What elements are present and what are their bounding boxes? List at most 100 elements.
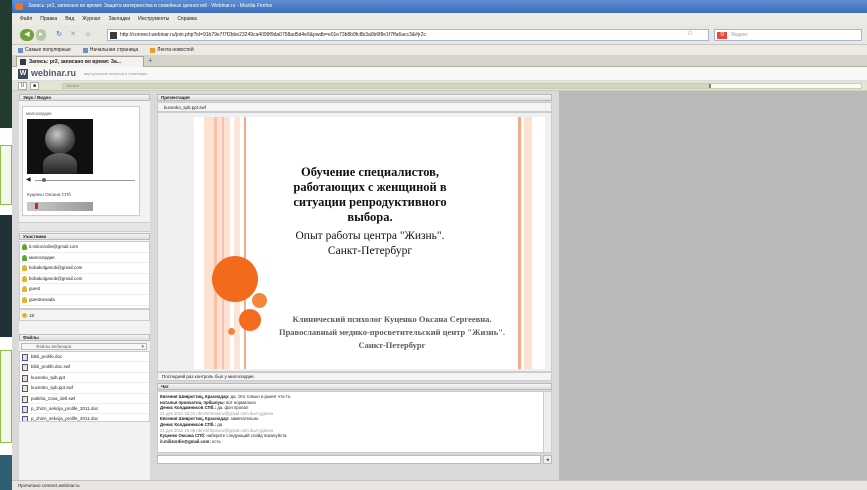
slide-title-line: работающих с женщиной в: [293, 180, 447, 194]
panel-divider: [19, 222, 150, 232]
bookmark-most-visited[interactable]: Самые популярные: [18, 45, 71, 55]
speaker-icon[interactable]: ◀: [26, 177, 31, 183]
participant-count: 19: [19, 309, 150, 321]
participant-row[interactable]: guest: [20, 284, 149, 295]
search-input[interactable]: Я Яндекс: [714, 29, 862, 41]
user-listener-icon: [22, 286, 27, 293]
slide-decor-circle: [212, 256, 258, 302]
desktop-left-edge: [0, 0, 12, 490]
new-tab-icon[interactable]: +: [148, 56, 153, 65]
participant-count-value: 19: [29, 313, 35, 318]
tab-label: Запись: pr2, записано во время: За...: [29, 59, 121, 65]
reload-icon[interactable]: ↻: [54, 29, 64, 41]
desktop-edge-strip: [0, 0, 12, 128]
url-bar[interactable]: http://connect.webinar.ru/join.php?id=91…: [107, 29, 709, 41]
menu-item-edit[interactable]: Правка: [40, 13, 57, 25]
chat-message-text: наберите следующий слайд покалуйста: [205, 433, 287, 439]
pause-button[interactable]: II: [18, 82, 27, 90]
chat-input[interactable]: [157, 455, 541, 464]
slide-decor-stripe: [222, 117, 224, 369]
tab-strip: Запись: pr2, записано во время: За... +: [12, 55, 867, 67]
back-button[interactable]: ◀: [20, 29, 34, 41]
slide-subtitle-line: Санкт-Петербург: [327, 245, 413, 257]
yandex-logo-icon: Я: [717, 32, 727, 39]
search-placeholder: Яндекс: [731, 32, 748, 38]
webinar-logo-icon: W: [18, 69, 28, 79]
speaker-video-thumb[interactable]: [27, 202, 93, 211]
chat-scrollbar[interactable]: [543, 392, 551, 452]
stop-button[interactable]: ■: [30, 82, 39, 90]
video-panel-header: Звук / Видео: [19, 94, 150, 101]
chat-message-text: замечательно: [229, 416, 259, 422]
slide-author-line: Клинический психолог Куценко Оксана Серг…: [292, 314, 492, 324]
presentation-panel-header: Презентация: [157, 94, 552, 101]
participant-row[interactable]: it.milozordie@gmail.com: [20, 242, 149, 253]
menu-item-help[interactable]: Справка: [177, 13, 197, 25]
slide-author-line: Православный медико-просветительский цен…: [278, 327, 506, 337]
playback-handle[interactable]: [709, 84, 712, 88]
file-row[interactable]: p_zhizn_sekcija_prolife_2011.doc: [20, 414, 149, 421]
menu-item-history[interactable]: Журнал: [82, 13, 100, 25]
browser-status-bar: Прочитано connect.webinar.ru: [12, 480, 867, 490]
webinar-header: W webinar.ru виртуальные встречи и семин…: [12, 67, 867, 81]
volume-control[interactable]: ◀: [26, 177, 136, 183]
stop-icon[interactable]: ✕: [68, 29, 78, 41]
window-titlebar: Запись: pr2, записано во время: Защита м…: [12, 0, 867, 13]
chat-message-text: вот нормально: [224, 399, 256, 405]
file-name: potikha_zova_detl.swf: [31, 395, 76, 401]
bookmark-star-icon[interactable]: ☆: [687, 29, 693, 37]
playback-label: Записи: [66, 83, 80, 88]
slide-decor-stripe: [204, 117, 230, 369]
recording-indicator: [35, 203, 38, 209]
center-column: Презентация kucenko_spb.ppt.swf Обучение…: [157, 94, 552, 480]
slide-subtitle-line: Опыт работы центра "Жизнь".: [295, 230, 445, 242]
desktop-edge-strip: [0, 350, 12, 443]
home-icon[interactable]: ⌂: [83, 29, 93, 41]
forward-button[interactable]: ▸: [36, 29, 46, 41]
url-text: http://connect.webinar.ru/join.php?id=91…: [120, 32, 427, 38]
menu-item-view[interactable]: Вид: [65, 13, 74, 25]
slide-subtitle: Опыт работы центра "Жизнь". Санкт-Петерб…: [256, 229, 484, 259]
menu-item-file[interactable]: Файл: [20, 13, 32, 25]
participant-row[interactable]: bobakolganob@gmail.com: [20, 274, 149, 285]
menu-item-tools[interactable]: Инструменты: [138, 13, 169, 25]
firefox-icon: [15, 3, 23, 10]
send-icon[interactable]: ◂: [543, 455, 552, 464]
doc-file-icon: [22, 416, 28, 421]
file-row[interactable]: kucenko_spb.ppt.swf: [20, 383, 149, 394]
desktop-edge-strip: [0, 145, 12, 205]
left-column: Звук / Видео милосердие ◀ Куценко Оксана…: [19, 94, 150, 480]
avatar-head: [45, 124, 75, 154]
bookmark-label: Самые популярные: [25, 47, 71, 53]
file-name: kucenko_spb.ppt.swf: [31, 385, 74, 391]
participant-row[interactable]: милосердие: [20, 253, 149, 264]
bookmark-start-page[interactable]: Начальная страница: [82, 45, 138, 55]
doc-file-icon: [22, 405, 28, 413]
participant-name: bobakolganob@gmail.com: [29, 265, 83, 271]
participant-name: it.milozordie@gmail.com: [29, 244, 79, 249]
participant-name: guest: [29, 286, 41, 292]
chat-message-text: 21 дек 2011 15:36 nbrvmhtroosov@gmail.co…: [160, 427, 274, 433]
participant-name: bobakolganob@gmail.com: [29, 275, 83, 281]
bookmark-icon: [18, 47, 23, 53]
file-row[interactable]: potikha_zova_detl.swf: [20, 394, 149, 404]
file-row[interactable]: bibli_prolife.doc.swf: [20, 362, 149, 373]
participant-row[interactable]: guestnevada: [20, 295, 149, 306]
volume-track[interactable]: [35, 180, 135, 181]
navigation-toolbar: ◀ ▸ ↻ ✕ ⌂ http://connect.webinar.ru/join…: [12, 25, 867, 45]
presentation-status: Последний раз контроль был у милосердие.: [157, 372, 552, 381]
menu-item-bookmarks[interactable]: Закладки: [108, 13, 130, 25]
menu-bar: Файл Правка Вид Журнал Закладки Инструме…: [12, 13, 867, 25]
file-row[interactable]: p_zhizn_sekcija_prolife_2011.doc: [20, 404, 149, 415]
bookmark-news-feed[interactable]: Лента новостей: [150, 45, 194, 55]
playback-progress[interactable]: Записи: [62, 83, 862, 89]
slide-decor-circle: [228, 328, 235, 335]
participant-row[interactable]: bobakolganob@gmail.com: [20, 263, 149, 274]
files-filter-label: Файлы вебинара: [36, 344, 72, 349]
file-row[interactable]: kucenko_spb.ppt: [20, 373, 149, 384]
files-filter-dropdown[interactable]: Файлы вебинара ▾: [21, 343, 147, 350]
file-row[interactable]: bibli_prolife.doc: [20, 352, 149, 363]
volume-handle[interactable]: [42, 178, 46, 182]
slide-title: Обучение специалистов, работающих с женщ…: [256, 165, 484, 225]
tab-webinar-recording[interactable]: Запись: pr2, записано во время: За...: [16, 56, 144, 67]
